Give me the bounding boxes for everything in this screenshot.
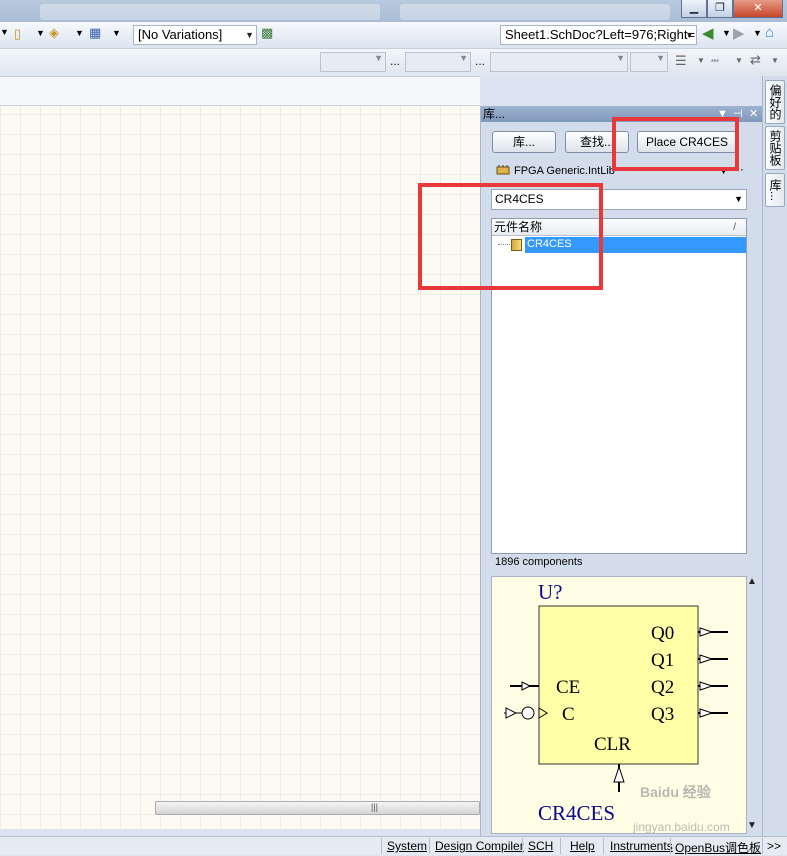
minimize-button[interactable]: ▁ [681,0,707,18]
scroll-up-icon[interactable]: ▲ [747,576,757,587]
library-name: FPGA Generic.IntLib [514,165,615,177]
variant-manager-icon[interactable]: ▩ [261,25,273,41]
sort-indicator: / [733,222,736,233]
pin-label: Q0 [651,623,674,644]
pin-label: Q1 [651,650,674,671]
side-panel-tabs: 偏好的 剪贴板 库... [762,76,787,836]
divider [522,838,523,854]
dropdown-arrow-icon[interactable]: ▼ [36,28,45,38]
pin-c-bubble [521,706,535,720]
dropdown-arrow-icon[interactable]: ▼ [112,28,121,38]
divider [670,838,671,854]
highlight-box [612,117,739,171]
chevron-down-icon: ▼ [374,53,383,63]
scroll-grip-icon: ||| [371,802,379,812]
panel-close-icon[interactable]: ✕ [749,106,758,122]
window-title-bar: ▁ ❐ ✕ [0,0,787,22]
grid-icon[interactable]: ▦ [89,25,101,41]
library-icon [496,165,510,175]
status-bar: System Design Compiler SCH Help Instrume… [0,836,787,855]
pin-label: CE [556,677,580,698]
chevron-down-icon: ▼ [616,53,625,63]
document-tab-strip [0,76,480,106]
highlight-box [418,183,603,290]
size-select[interactable]: ▼ [405,52,471,72]
document-url-value: Sheet1.SchDoc?Left=976;Right= [505,27,696,42]
chevron-down-icon: ▼ [459,53,468,63]
dropdown-arrow-icon[interactable]: ▼ [0,27,9,37]
watermark-logo: Baidu 经验 [640,784,711,800]
document-url-select[interactable]: Sheet1.SchDoc?Left=976;Right= ▼ [500,25,697,45]
main-toolbar: ▼ ▯ ▼ ◈ ▼ ▦ ▼ [No Variations] ▼ ▩ Sheet1… [0,22,787,49]
more-dots[interactable]: ... [390,54,400,68]
chevron-down-icon[interactable]: ▼ [734,190,743,209]
variations-select[interactable]: [No Variations] ▼ [133,25,257,45]
close-window-button[interactable]: ✕ [733,0,783,18]
blurred-tab [40,4,380,20]
variations-value: [No Variations] [138,27,223,42]
pin-ce-arrow [521,681,532,691]
component-name-label: CR4CES [538,801,615,825]
home-icon[interactable]: ⌂ [765,24,774,41]
format-toolbar: ▼ ... ▼ ... ▼ ▼ ☰ ▼ ┅ ▼ ⇄ ▼ [0,49,787,76]
dropdown-arrow-icon[interactable]: ▼ [753,28,762,38]
line-style-icon[interactable]: ┅ [711,53,719,69]
status-more[interactable]: >> [767,839,781,853]
maximize-button[interactable]: ❐ [707,0,733,18]
chevron-down-icon: ▼ [656,53,665,63]
libraries-button[interactable]: 库... [492,131,556,153]
watermark-url: jingyan.baidu.com [633,820,730,834]
horizontal-scrollbar[interactable]: ||| [155,801,480,815]
pin-label: Q3 [651,704,674,725]
right-pins [698,627,728,718]
status-openbus-palette[interactable]: OpenBus调色板 [675,839,761,856]
align-icon[interactable]: ☰ [675,53,687,69]
dropdown-arrow-icon[interactable]: ▼ [722,28,731,38]
blurred-tab [400,4,670,20]
style-select[interactable]: ▼ [490,52,628,72]
divider [560,838,561,854]
pin-label: Q2 [651,677,674,698]
port-icon[interactable]: ◈ [49,25,59,41]
tab-favorites[interactable]: 偏好的 [765,80,785,124]
designator: U? [538,580,563,604]
schematic-canvas[interactable]: ||| [0,106,480,829]
dropdown-arrow-icon[interactable]: ▼ [735,56,743,65]
dropdown-arrow-icon[interactable]: ▼ [771,56,779,65]
divider [603,838,604,854]
component-count: 1896 components [495,556,583,568]
place-part-icon[interactable]: ▯ [14,26,21,42]
panel-title: 库... [483,107,506,121]
more-dots[interactable]: ... [475,54,485,68]
chevron-down-icon: ▼ [685,30,694,40]
forward-icon[interactable]: ▶ [733,24,745,42]
pin-label: C [562,704,575,725]
back-icon[interactable]: ◀ [702,24,714,42]
status-help[interactable]: Help [570,839,595,853]
dropdown-arrow-icon[interactable]: ▼ [75,28,84,38]
chevron-down-icon: ▼ [245,30,254,40]
width-select[interactable]: ▼ [630,52,668,72]
divider [429,838,430,854]
tab-clipboard[interactable]: 剪贴板 [765,126,785,170]
pin-label: CLR [594,734,631,755]
divider [381,838,382,854]
dropdown-arrow-icon[interactable]: ▼ [697,56,705,65]
status-design-compiler[interactable]: Design Compiler [435,839,524,853]
pin-c-arrow [505,707,518,719]
status-sch[interactable]: SCH [528,839,553,853]
status-instruments[interactable]: Instruments [610,839,673,853]
tab-libraries[interactable]: 库... [765,173,785,207]
font-select[interactable]: ▼ [320,52,386,72]
status-system[interactable]: System [387,839,427,853]
scroll-down-icon[interactable]: ▼ [747,820,757,831]
pin-clr-arrow [613,765,625,783]
swap-icon[interactable]: ⇄ [750,52,761,68]
divider [762,838,763,854]
